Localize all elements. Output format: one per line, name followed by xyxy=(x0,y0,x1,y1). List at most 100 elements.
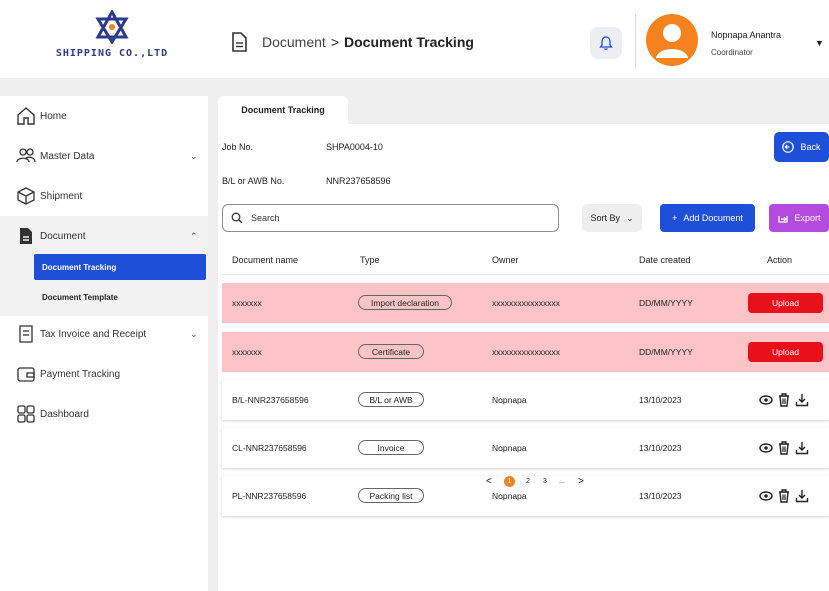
logo-mark-icon xyxy=(95,10,129,44)
sort-by-label: Sort By xyxy=(590,213,620,223)
wallet-icon xyxy=(17,367,35,382)
sidebar-item-home[interactable]: Home xyxy=(0,96,208,136)
delete-trash-icon[interactable] xyxy=(777,440,791,456)
grid-icon xyxy=(17,405,35,423)
delete-trash-icon[interactable] xyxy=(777,392,791,408)
breadcrumb-separator: > xyxy=(330,34,339,50)
export-icon xyxy=(778,216,789,223)
document-name: xxxxxxx xyxy=(232,347,262,357)
upload-button[interactable]: Upload xyxy=(748,342,823,362)
sort-by-dropdown[interactable]: Sort By ⌄ xyxy=(582,204,642,232)
sidebar-item-label: Master Data xyxy=(40,150,95,162)
date-created: DD/MM/YYYY xyxy=(639,347,693,357)
date-created: DD/MM/YYYY xyxy=(639,298,693,308)
search-box[interactable] xyxy=(222,204,559,232)
sidebar-item-tax-invoice[interactable]: Tax Invoice and Receipt ⌄ xyxy=(0,314,208,354)
add-document-label: Add Document xyxy=(683,213,743,223)
row-actions xyxy=(759,392,809,408)
users-icon xyxy=(16,148,36,163)
row-actions xyxy=(759,488,809,504)
row-actions xyxy=(759,440,809,456)
upload-button[interactable]: Upload xyxy=(748,293,823,313)
user-menu-caret-icon[interactable]: ▼ xyxy=(815,38,824,48)
column-header-owner[interactable]: Owner xyxy=(492,255,519,265)
view-eye-icon[interactable] xyxy=(759,392,773,408)
view-eye-icon[interactable] xyxy=(759,488,773,504)
sidebar-item-label: Home xyxy=(40,110,67,122)
table-header: Document name Type Owner Date created Ac… xyxy=(222,245,829,275)
pagination-page-3[interactable]: 3 xyxy=(543,478,547,485)
owner: xxxxxxxxxxxxxxxx xyxy=(492,298,560,308)
sidebar: Home Master Data ⌄ Shipment Document ⌃ D… xyxy=(0,96,208,591)
owner: Nopnapa xyxy=(492,491,527,501)
document-name: B/L-NNR237658596 xyxy=(232,395,309,405)
user-avatar-icon xyxy=(656,24,688,58)
view-eye-icon[interactable] xyxy=(759,440,773,456)
breadcrumb-root[interactable]: Document xyxy=(262,34,326,50)
sidebar-item-label: Tax Invoice and Receipt xyxy=(40,328,147,340)
add-document-button[interactable]: + Add Document xyxy=(660,204,755,232)
breadcrumb-current: Document Tracking xyxy=(344,34,474,50)
main-content: Document Tracking Job No. SHPA0004-10 B/… xyxy=(208,96,829,591)
company-name: SHIPPING CO.,LTD xyxy=(55,48,169,59)
pagination-ellipsis: ... xyxy=(559,478,565,485)
company-logo[interactable]: SHIPPING CO.,LTD xyxy=(52,10,172,70)
top-header: SHIPPING CO.,LTD Document > Document Tra… xyxy=(0,0,829,78)
download-icon[interactable] xyxy=(795,440,809,456)
sidebar-item-label: Shipment xyxy=(40,190,83,202)
tracking-panel: Job No. SHPA0004-10 B/L or AWB No. NNR23… xyxy=(218,124,829,591)
chevron-up-icon: ⌃ xyxy=(190,230,198,241)
notification-button[interactable] xyxy=(590,27,622,59)
sidebar-item-dashboard[interactable]: Dashboard xyxy=(0,394,208,434)
table-row[interactable]: xxxxxxx Certificate xxxxxxxxxxxxxxxx DD/… xyxy=(222,332,829,372)
sidebar-item-master-data[interactable]: Master Data ⌄ xyxy=(0,136,208,176)
sidebar-subitem-label: Document Template xyxy=(42,292,118,302)
search-icon xyxy=(231,212,243,224)
job-no-label: Job No. xyxy=(222,142,254,152)
app-window: SHIPPING CO.,LTD Document > Document Tra… xyxy=(0,0,829,591)
type-badge: B/L or AWB xyxy=(358,392,424,407)
header-band xyxy=(0,78,829,96)
download-icon[interactable] xyxy=(795,488,809,504)
export-button[interactable]: Export xyxy=(769,204,829,232)
date-created: 13/10/2023 xyxy=(639,443,682,453)
tab-document-tracking[interactable]: Document Tracking xyxy=(218,96,348,124)
back-button[interactable]: Back xyxy=(774,132,829,162)
header-divider xyxy=(635,14,636,68)
plus-icon: + xyxy=(672,213,678,223)
column-header-date-created[interactable]: Date created xyxy=(639,255,691,265)
pagination-next[interactable]: > xyxy=(578,476,584,487)
pagination-page-2[interactable]: 2 xyxy=(526,478,530,485)
table-row[interactable]: xxxxxxx Import declaration xxxxxxxxxxxxx… xyxy=(222,283,829,323)
sidebar-item-shipment[interactable]: Shipment xyxy=(0,176,208,216)
pagination-page-1[interactable]: 1 xyxy=(504,476,515,487)
document-name: CL-NNR237658596 xyxy=(232,443,307,453)
export-label: Export xyxy=(794,213,821,223)
pagination-prev[interactable]: < xyxy=(486,476,492,487)
user-name: Nopnapa Anantra xyxy=(711,30,782,40)
type-badge: Invoice xyxy=(358,440,424,455)
user-role: Coordinator xyxy=(711,48,753,57)
table-row[interactable]: CL-NNR237658596 Invoice Nopnapa 13/10/20… xyxy=(222,428,829,468)
type-badge: Import declaration xyxy=(358,295,452,310)
type-badge: Packing list xyxy=(358,488,424,503)
delete-trash-icon[interactable] xyxy=(777,488,791,504)
table-row[interactable]: B/L-NNR237658596 B/L or AWB Nopnapa 13/1… xyxy=(222,380,829,420)
sidebar-item-payment-tracking[interactable]: Payment Tracking xyxy=(0,354,208,394)
download-icon[interactable] xyxy=(795,392,809,408)
sidebar-subitem-document-template[interactable]: Document Template xyxy=(34,284,206,310)
bell-icon xyxy=(599,36,613,50)
chevron-down-icon: ⌄ xyxy=(190,328,198,339)
chevron-down-icon: ⌄ xyxy=(625,212,634,223)
sidebar-item-label: Document xyxy=(40,230,86,242)
column-header-type[interactable]: Type xyxy=(360,255,380,265)
receipt-icon xyxy=(19,325,33,343)
sidebar-subitem-document-tracking[interactable]: Document Tracking xyxy=(34,254,206,280)
sidebar-item-document[interactable]: Document ⌃ xyxy=(0,216,208,256)
column-header-document-name[interactable]: Document name xyxy=(232,255,298,265)
bl-awb-label: B/L or AWB No. xyxy=(222,176,285,186)
avatar[interactable] xyxy=(646,14,698,66)
chevron-down-icon: ⌄ xyxy=(190,150,198,161)
search-input[interactable] xyxy=(251,213,531,223)
sidebar-subitem-label: Document Tracking xyxy=(42,262,117,272)
